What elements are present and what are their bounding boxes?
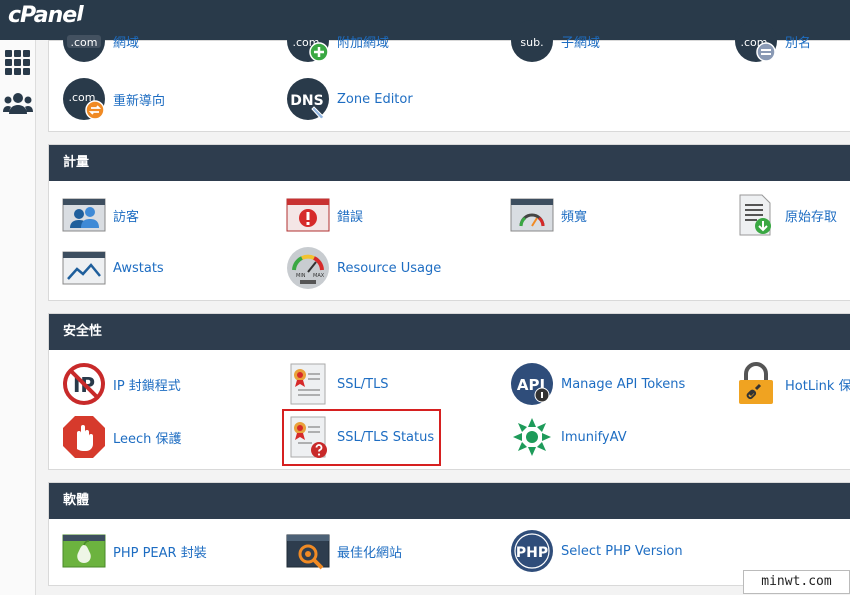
domain-com-icon: .com bbox=[63, 20, 105, 62]
php-pear-label: PHP PEAR 封裝 bbox=[113, 545, 207, 561]
ssl-tls-icon bbox=[290, 363, 326, 405]
ip-blocker-item[interactable]: IP IP 封鎖程式 bbox=[62, 362, 181, 406]
zone-editor-label: Zone Editor bbox=[337, 91, 413, 107]
domains-label: 網域 bbox=[113, 35, 140, 51]
errors-icon bbox=[286, 198, 330, 232]
resource-usage-item[interactable]: MIN MAX Resource Usage bbox=[286, 246, 441, 290]
apps-grid-icon[interactable] bbox=[3, 48, 31, 76]
redirects-icon: .com bbox=[63, 78, 105, 120]
ssl-tls-status-highlight-box bbox=[282, 409, 441, 466]
addon-domain-icon: .com bbox=[287, 20, 329, 62]
api-tokens-item[interactable]: API Manage API Tokens bbox=[510, 362, 685, 406]
hotlink-protection-item[interactable]: HotLink 保護 bbox=[734, 362, 850, 406]
alias-domain-icon: .com bbox=[735, 20, 777, 62]
leech-protect-item[interactable]: Leech 保護 bbox=[62, 415, 182, 459]
redirects-label: 重新導向 bbox=[113, 93, 166, 109]
imunifyav-item[interactable]: ImunifyAV bbox=[510, 415, 627, 459]
aliases-item[interactable]: .com 別名 bbox=[734, 19, 811, 63]
subdomains-item[interactable]: sub. 子網域 bbox=[510, 19, 600, 63]
visitors-label: 訪客 bbox=[113, 209, 140, 225]
zone-editor-item[interactable]: DNS Zone Editor bbox=[286, 77, 413, 121]
domains-item[interactable]: .com 網域 bbox=[62, 19, 139, 63]
users-icon[interactable] bbox=[3, 90, 33, 118]
ip-blocker-icon: IP bbox=[63, 363, 105, 405]
svg-text:DNS: DNS bbox=[290, 93, 323, 109]
imunifyav-icon bbox=[513, 418, 551, 456]
imunifyav-label: ImunifyAV bbox=[561, 429, 627, 445]
watermark: minwt.com bbox=[743, 570, 850, 594]
php-version-icon: PHP bbox=[511, 530, 553, 572]
svg-text:MAX: MAX bbox=[313, 273, 325, 279]
optimize-website-label: 最佳化網站 bbox=[337, 545, 403, 561]
errors-label: 錯誤 bbox=[337, 209, 364, 225]
metrics-header[interactable]: 計量 bbox=[49, 145, 850, 181]
software-header[interactable]: 軟體 bbox=[49, 483, 850, 519]
bandwidth-label: 頻寬 bbox=[561, 209, 588, 225]
bandwidth-icon bbox=[510, 198, 554, 232]
api-tokens-label: Manage API Tokens bbox=[561, 376, 686, 392]
security-panel: 安全性 IP IP 封鎖程式 SSL/TLS API Manage API To… bbox=[48, 313, 850, 470]
ip-blocker-label: IP 封鎖程式 bbox=[113, 378, 181, 394]
leech-protect-label: Leech 保護 bbox=[113, 431, 182, 447]
subdomains-label: 子網域 bbox=[561, 35, 601, 51]
domains-panel: .com 網域 .com 附加網域 sub. 子網域 .com 別名 .com bbox=[48, 20, 850, 132]
redirects-item[interactable]: .com 重新導向 bbox=[62, 77, 165, 121]
aliases-label: 別名 bbox=[785, 35, 812, 51]
raw-access-icon bbox=[739, 194, 771, 236]
awstats-item[interactable]: Awstats bbox=[62, 246, 164, 290]
software-panel: 軟體 PHP PEAR 封裝 最佳化網站 PHP Select PHP Vers… bbox=[48, 482, 850, 586]
bandwidth-item[interactable]: 頻寬 bbox=[510, 193, 587, 237]
optimize-website-item[interactable]: 最佳化網站 bbox=[286, 529, 402, 573]
raw-access-label: 原始存取 bbox=[785, 209, 838, 225]
security-header[interactable]: 安全性 bbox=[49, 314, 850, 350]
resource-usage-label: Resource Usage bbox=[337, 260, 442, 276]
api-tokens-icon: API bbox=[511, 363, 553, 405]
ssl-tls-label: SSL/TLS bbox=[337, 376, 389, 392]
hotlink-protection-label: HotLink 保護 bbox=[785, 378, 850, 394]
svg-text:sub.: sub. bbox=[520, 36, 543, 49]
awstats-label: Awstats bbox=[113, 260, 164, 276]
php-pear-icon bbox=[62, 534, 106, 568]
visitors-icon bbox=[62, 198, 106, 232]
addon-domains-item[interactable]: .com 附加網域 bbox=[286, 19, 389, 63]
leech-protect-icon bbox=[63, 416, 105, 458]
hotlink-lock-icon bbox=[739, 362, 773, 404]
ssl-tls-item[interactable]: SSL/TLS bbox=[286, 362, 389, 406]
optimize-website-icon bbox=[286, 534, 330, 570]
dns-zone-editor-icon: DNS bbox=[287, 78, 329, 120]
svg-text:.com: .com bbox=[71, 36, 98, 49]
select-php-version-label: Select PHP Version bbox=[561, 543, 683, 559]
addon-domains-label: 附加網域 bbox=[337, 35, 390, 51]
visitors-item[interactable]: 訪客 bbox=[62, 193, 139, 237]
select-php-version-item[interactable]: PHP Select PHP Version bbox=[510, 529, 683, 573]
subdomain-icon: sub. bbox=[511, 20, 553, 62]
php-pear-item[interactable]: PHP PEAR 封裝 bbox=[62, 529, 207, 573]
awstats-icon bbox=[62, 251, 106, 285]
svg-text:MIN: MIN bbox=[296, 273, 306, 279]
resource-usage-icon: MIN MAX bbox=[287, 247, 329, 289]
errors-item[interactable]: 錯誤 bbox=[286, 193, 363, 237]
sidebar bbox=[0, 40, 36, 595]
raw-access-item[interactable]: 原始存取 bbox=[734, 193, 837, 237]
svg-text:PHP: PHP bbox=[516, 545, 548, 561]
metrics-panel: 計量 訪客 錯誤 頻寬 原始存取 Awstats MIN MAX Resourc… bbox=[48, 144, 850, 301]
